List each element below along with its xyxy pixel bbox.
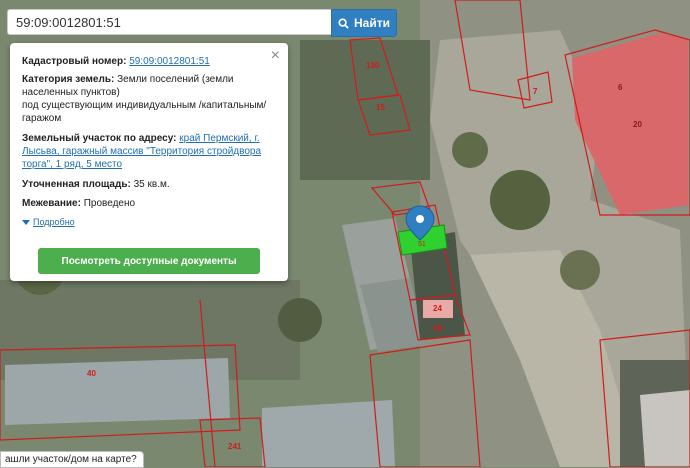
map-hint[interactable]: ашли участок/дом на карте? [0,451,144,468]
address-link[interactable]: Лысьва, гаражный массив "Территория стро… [22,146,261,157]
parcel-label: 20 [633,120,642,129]
parcel-label: 24 [433,304,442,313]
search-icon [338,17,349,29]
details-toggle-label: Подробно [33,217,75,227]
parcel-label: 40 [87,369,96,378]
search-input[interactable] [7,9,335,35]
selected-parcel-label: 51 [418,241,426,248]
parcel-label: 241 [228,442,242,451]
view-documents-button[interactable]: Посмотреть доступные документы [38,248,260,274]
parcel-label: 6 [618,83,623,92]
cadastral-number-label: Кадастровый номер: [22,56,127,67]
cadastral-number-row: Кадастровый номер: 59:09:0012801:51 [22,55,274,68]
land-category-label: Категория земель: [22,74,115,85]
survey-row: Межевание: Проведено [22,197,274,210]
parcel-label: 15 [376,103,385,112]
search-button[interactable]: Найти [331,9,397,37]
address-link[interactable]: торга", 1 ряд, 5 место [22,159,122,170]
building-roof [5,358,230,425]
land-category-row: Категория земель: Земли поселений (земли… [22,73,274,125]
survey-value: Проведено [83,198,136,209]
area-row: Уточненная площадь: 35 кв.м. [22,178,274,191]
search-button-label: Найти [354,16,390,30]
parcel-label: 130 [366,61,380,70]
details-toggle[interactable]: Подробно [22,217,75,227]
parcel-label: 7 [533,87,538,96]
address-label: Земельный участок по адресу: [22,133,177,144]
address-link[interactable]: край Пермский, г. [179,133,259,144]
area-label: Уточненная площадь: [22,179,131,190]
parcel-info-popup: × Кадастровый номер: 59:09:0012801:51 Ка… [10,43,288,281]
area-value: 35 кв.м. [133,179,170,190]
caret-down-icon [22,220,30,226]
address-row: Земельный участок по адресу: край Пермск… [22,132,274,171]
land-category-value: населенных пунктов) [22,87,120,98]
land-category-value: Земли поселений (земли [117,74,234,85]
land-category-value: под существующим индивидуальным /капитал… [22,100,267,111]
land-category-value: гаражом [22,113,62,124]
cadastral-number-link[interactable]: 59:09:0012801:51 [129,56,210,67]
survey-label: Межевание: [22,198,81,209]
parcel-label: 48 [433,324,442,333]
